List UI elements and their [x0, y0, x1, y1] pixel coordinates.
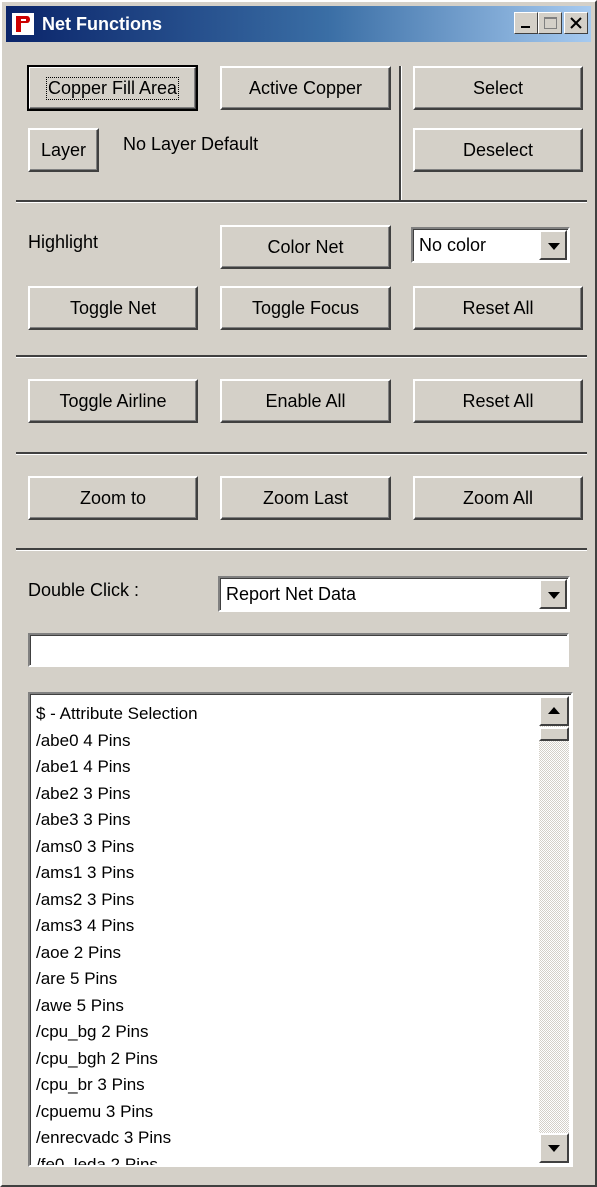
window-title: Net Functions — [42, 14, 162, 34]
list-item[interactable]: /enrecvadc 3 Pins — [36, 1125, 198, 1152]
list-item[interactable]: /ams2 3 Pins — [36, 887, 198, 914]
enable-all-button[interactable]: Enable All — [220, 379, 391, 423]
close-icon — [570, 17, 582, 29]
scroll-down-button[interactable] — [539, 1133, 569, 1163]
section-divider — [16, 355, 587, 358]
double-click-label: Double Click : — [28, 580, 140, 600]
chevron-up-icon — [548, 707, 560, 714]
scroll-thumb[interactable] — [539, 727, 569, 741]
list-item[interactable]: /cpuemu 3 Pins — [36, 1099, 198, 1126]
highlight-reset-all-button[interactable]: Reset All — [413, 286, 583, 330]
vertical-divider — [399, 66, 402, 200]
list-item[interactable]: /awe 5 Pins — [36, 993, 198, 1020]
list-item[interactable]: /abe0 4 Pins — [36, 728, 198, 755]
section-divider — [16, 200, 587, 203]
select-button[interactable]: Select — [413, 66, 583, 110]
list-item[interactable]: /cpu_br 3 Pins — [36, 1072, 198, 1099]
minimize-icon — [521, 26, 530, 28]
title-bar[interactable]: Net Functions — [6, 6, 591, 42]
zoom-last-button[interactable]: Zoom Last — [220, 476, 391, 520]
list-item[interactable]: /ams1 3 Pins — [36, 860, 198, 887]
list-item[interactable]: /cpu_bg 2 Pins — [36, 1019, 198, 1046]
net-filter-input[interactable] — [28, 633, 569, 667]
toggle-airline-button[interactable]: Toggle Airline — [28, 379, 198, 423]
toggle-focus-button[interactable]: Toggle Focus — [220, 286, 391, 330]
color-select-value: No color — [419, 235, 487, 255]
copper-fill-area-button[interactable]: Copper Fill Area — [27, 65, 198, 111]
section-divider — [16, 452, 587, 455]
list-item[interactable]: /fe0_leda 2 Pins — [36, 1152, 198, 1166]
net-list[interactable]: $ - Attribute Selection/abe0 4 Pins/abe1… — [28, 692, 573, 1167]
zoom-to-button[interactable]: Zoom to — [28, 476, 198, 520]
double-click-select[interactable]: Report Net Data — [218, 576, 570, 612]
scroll-up-button[interactable] — [539, 696, 569, 726]
app-icon — [12, 13, 34, 35]
toggle-net-button[interactable]: Toggle Net — [28, 286, 198, 330]
chevron-down-icon — [548, 1145, 560, 1152]
color-net-button[interactable]: Color Net — [220, 225, 391, 269]
close-button[interactable] — [564, 12, 588, 34]
active-copper-button[interactable]: Active Copper — [220, 66, 391, 110]
list-item[interactable]: $ - Attribute Selection — [36, 701, 198, 728]
list-item[interactable]: /abe2 3 Pins — [36, 781, 198, 808]
section-divider — [16, 548, 587, 551]
list-item[interactable]: /aoe 2 Pins — [36, 940, 198, 967]
zoom-all-button[interactable]: Zoom All — [413, 476, 583, 520]
airline-reset-all-button[interactable]: Reset All — [413, 379, 583, 423]
highlight-label: Highlight — [28, 232, 99, 252]
net-functions-window: Net Functions Copper Fill Area Active Co… — [0, 0, 597, 1187]
chevron-down-icon — [548, 243, 560, 250]
maximize-icon — [544, 17, 557, 29]
double-click-value: Report Net Data — [226, 584, 357, 604]
list-item[interactable]: /ams3 4 Pins — [36, 913, 198, 940]
color-select[interactable]: No color — [411, 227, 570, 263]
layer-value: No Layer Default — [123, 134, 259, 154]
chevron-down-icon — [548, 592, 560, 599]
maximize-button[interactable] — [538, 12, 562, 34]
list-item[interactable]: /ams0 3 Pins — [36, 834, 198, 861]
color-select-dropdown-button[interactable] — [539, 230, 567, 260]
deselect-button[interactable]: Deselect — [413, 128, 583, 172]
list-item[interactable]: /cpu_bgh 2 Pins — [36, 1046, 198, 1073]
net-list-items: $ - Attribute Selection/abe0 4 Pins/abe1… — [36, 701, 198, 1166]
list-item[interactable]: /are 5 Pins — [36, 966, 198, 993]
minimize-button[interactable] — [514, 12, 538, 34]
list-item[interactable]: /abe3 3 Pins — [36, 807, 198, 834]
list-item[interactable]: /abe1 4 Pins — [36, 754, 198, 781]
double-click-dropdown-button[interactable] — [539, 579, 567, 609]
net-list-scrollbar[interactable] — [539, 696, 569, 1163]
layer-button[interactable]: Layer — [28, 128, 99, 172]
